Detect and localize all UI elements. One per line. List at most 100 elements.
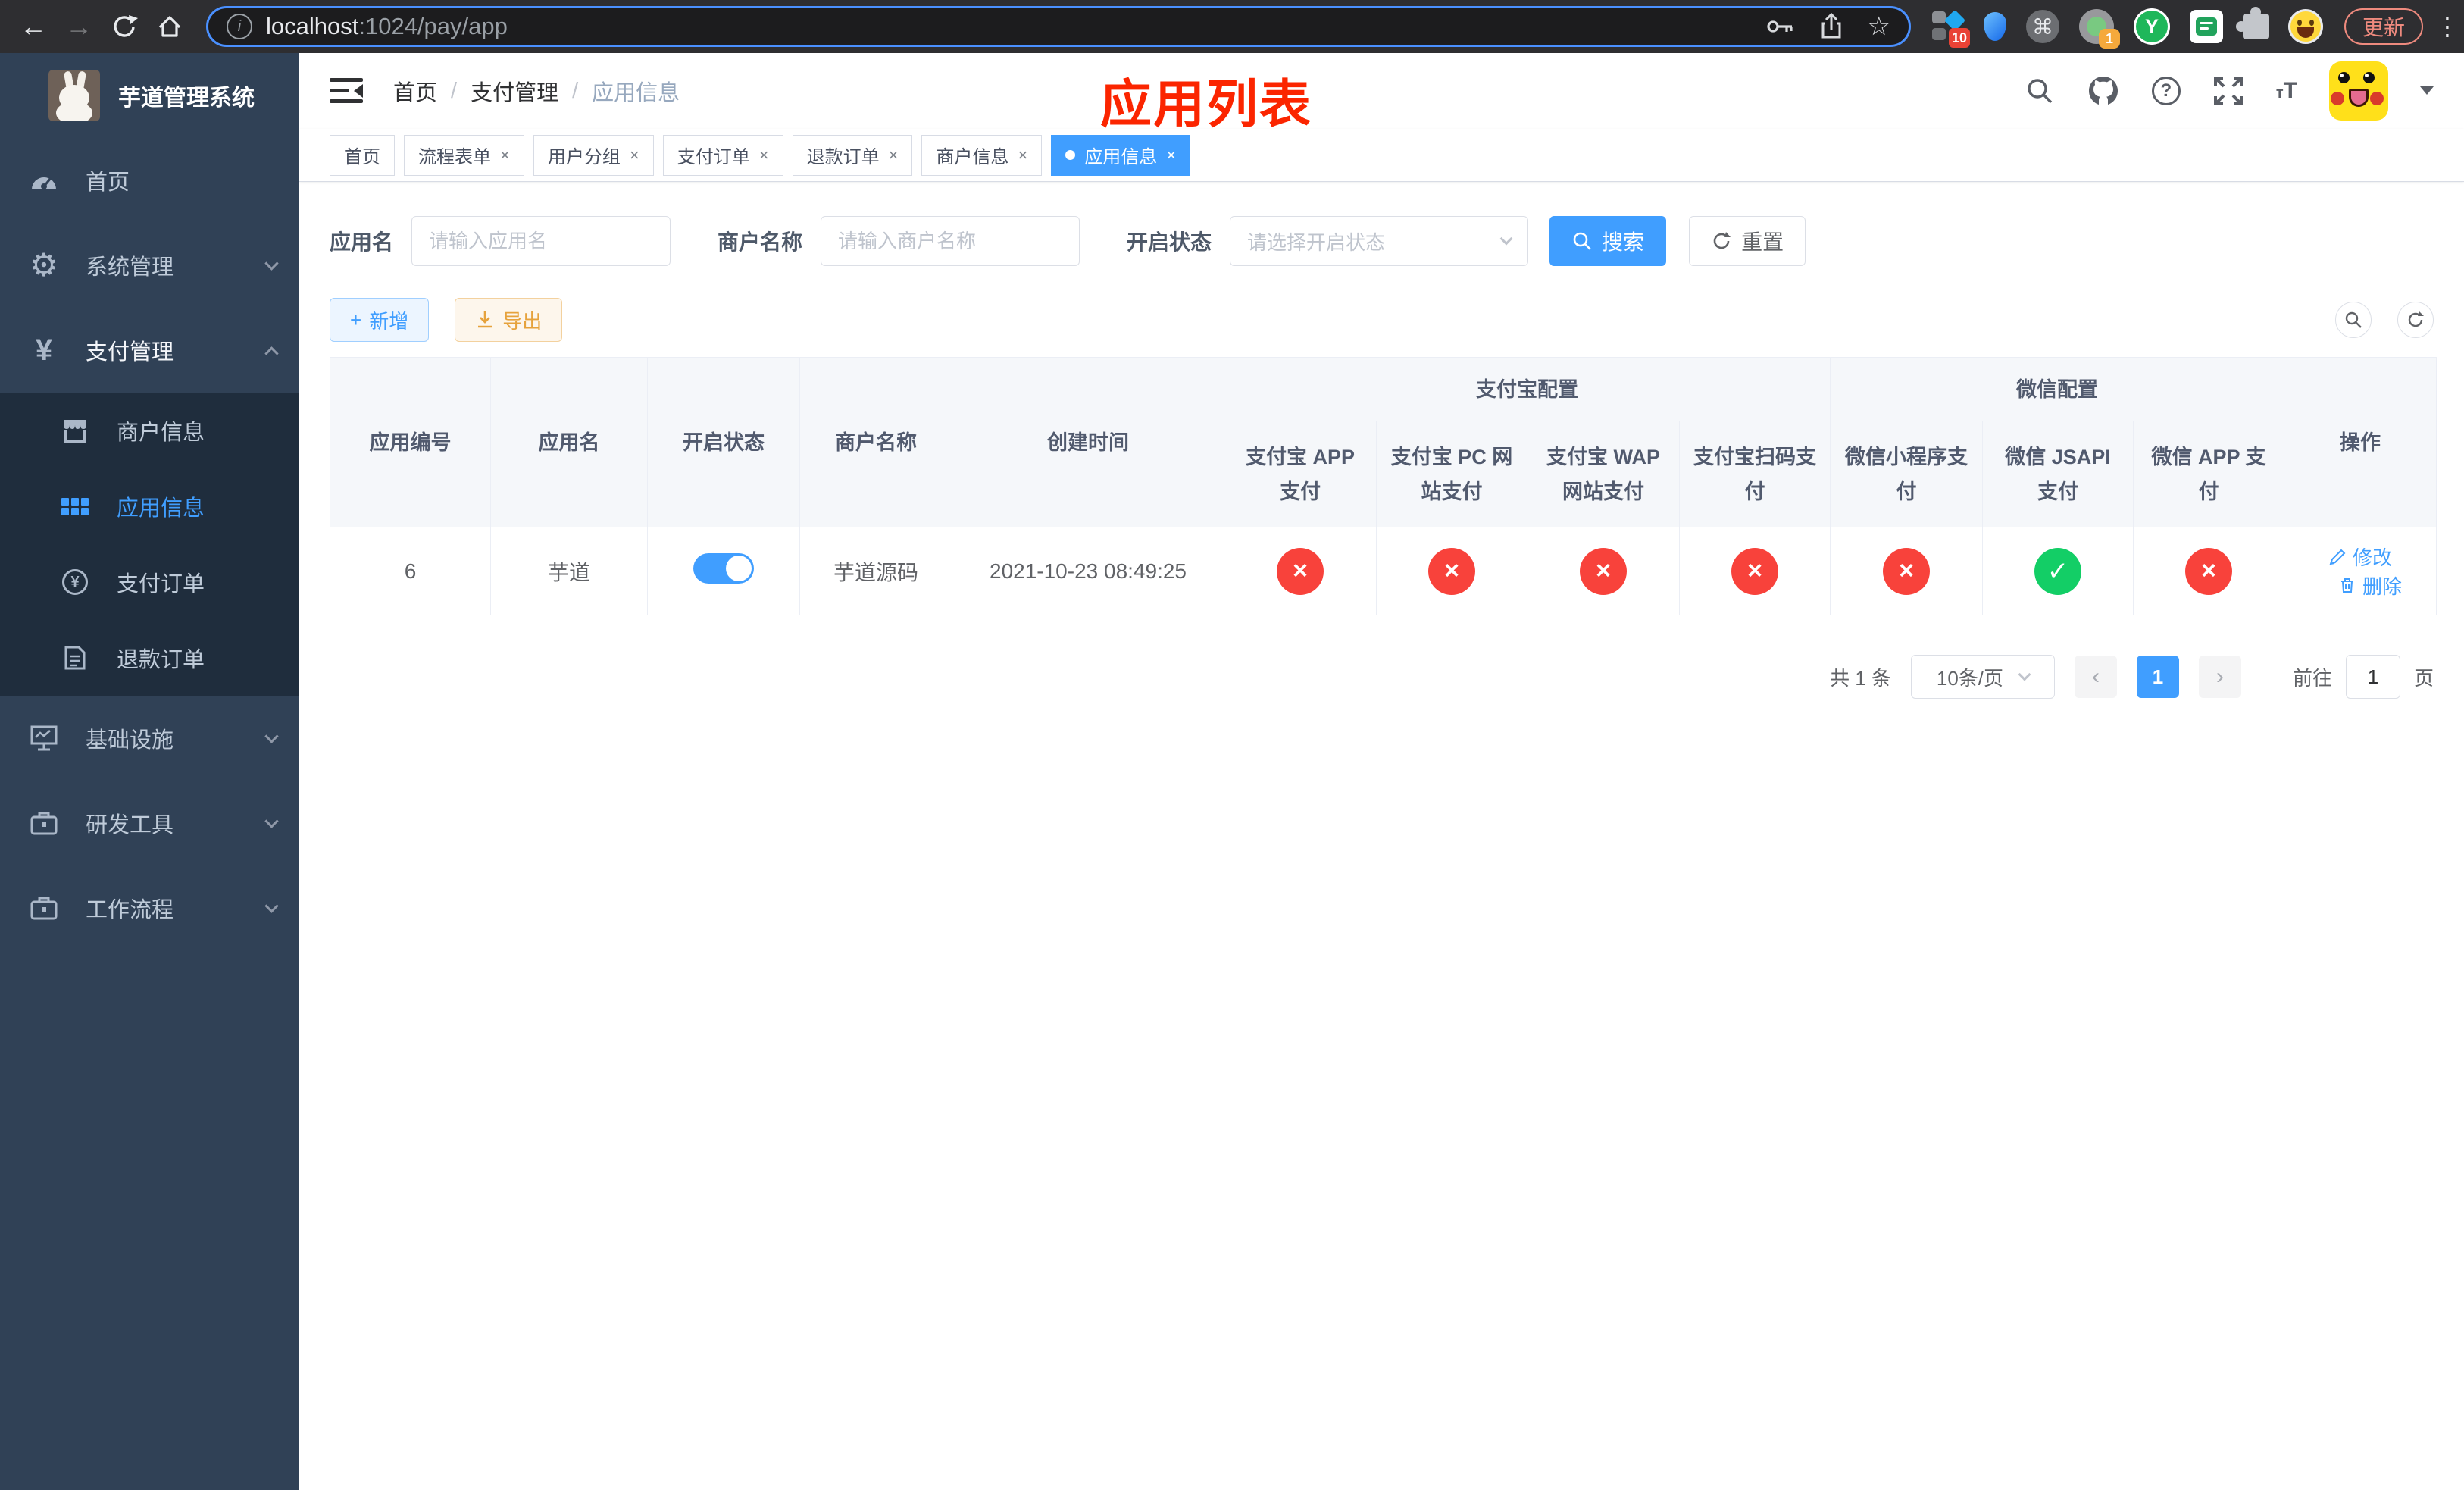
col-header-merchant: 商户名称	[799, 357, 952, 527]
breadcrumb-payment[interactable]: 支付管理	[471, 75, 558, 107]
group-header-alipay: 支付宝配置	[1224, 357, 1831, 421]
sidebar-item-merchant-info[interactable]: 商户信息	[0, 393, 299, 468]
search-button[interactable]: 搜索	[1549, 216, 1667, 266]
pencil-icon	[2329, 549, 2346, 565]
table-row: 6 芋道 芋道源码 2021-10-23 08:49:25 × × × × × …	[330, 527, 2437, 615]
export-button[interactable]: 导出	[455, 298, 563, 342]
delete-link-label: 删除	[2362, 574, 2403, 598]
sidebar-item-payment[interactable]: ¥ 支付管理	[0, 308, 299, 393]
close-icon[interactable]: ×	[1166, 146, 1176, 165]
close-icon[interactable]: ×	[1018, 146, 1027, 165]
extension-command-icon[interactable]: ⌘	[2026, 10, 2059, 43]
content: 应用名 商户名称 开启状态 请选择开启状态 搜索 重置	[299, 216, 2464, 699]
sidebar-item-dev-tools[interactable]: 研发工具	[0, 781, 299, 866]
sidebar-item-home[interactable]: 首页	[0, 138, 299, 223]
refresh-table-button[interactable]	[2397, 302, 2434, 338]
app-name-input[interactable]	[411, 216, 671, 266]
merchant-name-label: 商户名称	[718, 230, 803, 254]
sidebar-collapse-icon[interactable]	[330, 77, 363, 105]
tab-pay-orders[interactable]: 支付订单 ×	[662, 134, 783, 176]
tab-label: 商户信息	[936, 147, 1009, 167]
next-page-button[interactable]: ›	[2198, 656, 2241, 698]
app-table: 应用编号 应用名 开启状态 商户名称 创建时间 支付宝配置 微信配置 操作 支付…	[330, 357, 2437, 615]
edit-link-label: 修改	[2353, 546, 2393, 569]
chrome-menu-icon[interactable]: ⋮	[2435, 12, 2459, 41]
toolbox-icon	[27, 810, 61, 836]
sidebar-item-refund-orders[interactable]: 退款订单	[0, 620, 299, 696]
close-icon[interactable]: ×	[500, 146, 510, 165]
site-info-icon[interactable]: i	[227, 14, 252, 39]
add-button[interactable]: + 新增	[330, 298, 430, 342]
bookmark-star-icon[interactable]: ☆	[1868, 11, 1890, 42]
url-text: localhost:1024/pay/app	[266, 13, 1742, 40]
cell-merchant: 芋道源码	[799, 527, 952, 615]
breadcrumb-home[interactable]: 首页	[393, 75, 437, 107]
status-badge: ×	[1883, 547, 1930, 595]
sidebar-item-app-info[interactable]: 应用信息	[0, 468, 299, 544]
enable-toggle[interactable]	[693, 553, 754, 584]
reset-button[interactable]: 重置	[1689, 216, 1806, 266]
page-1-button[interactable]: 1	[2136, 656, 2179, 698]
tab-merchant-info[interactable]: 商户信息 ×	[921, 134, 1043, 176]
active-dot-icon	[1065, 150, 1076, 160]
extension-recorder-icon[interactable]: 1	[2079, 9, 2120, 49]
search-icon	[1573, 232, 1591, 250]
close-icon[interactable]: ×	[889, 146, 899, 165]
tab-refund-orders[interactable]: 退款订单 ×	[792, 134, 913, 176]
trash-icon	[2341, 578, 2353, 593]
extension-badge-10-icon[interactable]: 10	[1931, 9, 1970, 48]
search-button-label: 搜索	[1602, 230, 1645, 254]
tab-app-info[interactable]: 应用信息 ×	[1051, 134, 1191, 176]
browser-home-button[interactable]	[150, 7, 189, 46]
page-size-select[interactable]: 10条/页	[1910, 655, 2055, 699]
sidebar-item-system[interactable]: ⚙ 系统管理	[0, 223, 299, 308]
browser-reload-button[interactable]	[105, 7, 144, 46]
help-icon[interactable]: ?	[2151, 77, 2181, 105]
app-logo[interactable]: 芋道管理系统	[0, 53, 299, 138]
tags-view: 首页 流程表单 × 用户分组 × 支付订单 × 退款订单 × 商户信息 × 应用信息 ×	[299, 129, 2464, 182]
close-icon[interactable]: ×	[630, 146, 639, 165]
goto-page-input[interactable]	[2345, 655, 2400, 699]
avatar-dropdown-caret-icon[interactable]	[2420, 86, 2434, 102]
browser-forward-button[interactable]: →	[59, 7, 98, 46]
dashboard-icon	[27, 167, 61, 194]
header-search-icon[interactable]	[2025, 76, 2055, 106]
sidebar-item-infrastructure[interactable]: 基础设施	[0, 696, 299, 781]
github-icon[interactable]	[2087, 74, 2120, 108]
document-icon	[59, 645, 91, 671]
user-avatar[interactable]	[2329, 61, 2388, 121]
profile-emoji-avatar[interactable]	[2288, 9, 2323, 44]
cell-status	[647, 527, 800, 615]
tab-home[interactable]: 首页	[330, 134, 395, 176]
col-header-wechat-jsapi: 微信 JSAPI 支付	[1982, 421, 2134, 527]
sidebar-item-workflow[interactable]: 工作流程	[0, 866, 299, 950]
store-icon	[59, 418, 91, 443]
address-bar[interactable]: i localhost:1024/pay/app ☆	[206, 6, 1911, 47]
toggle-search-button[interactable]	[2335, 302, 2372, 338]
tab-process-form[interactable]: 流程表单 ×	[404, 134, 524, 176]
extension-chat-icon[interactable]	[2190, 10, 2223, 43]
extension-y-icon[interactable]: Y	[2134, 8, 2170, 45]
share-icon[interactable]	[1818, 12, 1845, 41]
fullscreen-icon[interactable]	[2212, 75, 2244, 107]
chevron-down-icon	[264, 255, 279, 271]
merchant-name-input[interactable]	[821, 216, 1080, 266]
extension-kite-icon[interactable]	[1984, 12, 2006, 41]
status-select[interactable]: 请选择开启状态	[1230, 216, 1529, 266]
close-icon[interactable]: ×	[759, 146, 769, 165]
extensions-puzzle-icon[interactable]	[2236, 7, 2269, 39]
edit-link[interactable]: 修改	[2328, 543, 2392, 571]
font-size-icon[interactable]: тT	[2276, 78, 2297, 104]
status-label: 开启状态	[1127, 230, 1212, 254]
delete-link[interactable]: 删除	[2338, 571, 2402, 599]
password-key-icon[interactable]	[1765, 13, 1795, 40]
tab-user-group[interactable]: 用户分组 ×	[533, 134, 654, 176]
prev-page-button[interactable]: ‹	[2074, 656, 2117, 698]
chrome-update-button[interactable]: 更新	[2344, 8, 2424, 45]
sidebar-item-label: 应用信息	[117, 496, 205, 521]
sidebar-item-label: 支付管理	[86, 340, 174, 365]
app-name-label: 应用名	[330, 230, 394, 254]
browser-back-button[interactable]: ←	[14, 7, 53, 46]
sidebar-item-pay-orders[interactable]: ¥ 支付订单	[0, 544, 299, 620]
url-path: :1024/pay/app	[358, 13, 508, 39]
